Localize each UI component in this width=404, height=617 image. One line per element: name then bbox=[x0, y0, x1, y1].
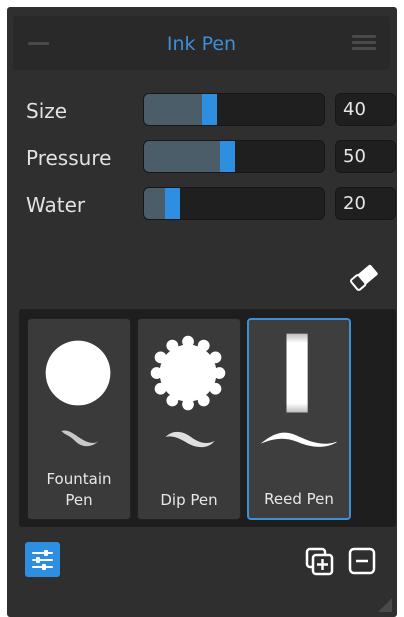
scalloped-brush-tip-icon bbox=[150, 335, 226, 411]
eraser-icon[interactable] bbox=[346, 261, 382, 293]
circle-brush-tip-icon bbox=[45, 340, 111, 406]
add-preset-icon[interactable] bbox=[305, 547, 335, 577]
water-value-field[interactable]: 20 bbox=[335, 187, 396, 220]
preset-label: Fountain Pen bbox=[46, 470, 112, 509]
remove-preset-icon[interactable] bbox=[348, 547, 376, 575]
slider-row-size: Size 40 bbox=[7, 90, 397, 130]
rectangle-brush-tip-icon bbox=[286, 333, 308, 413]
stroke-preview-icon bbox=[165, 431, 215, 448]
pressure-slider[interactable] bbox=[143, 140, 325, 173]
size-value-field[interactable]: 40 bbox=[335, 93, 396, 126]
bottom-toolbar bbox=[7, 535, 397, 585]
size-slider-handle[interactable] bbox=[202, 94, 217, 125]
slider-row-water: Water 20 bbox=[7, 184, 397, 224]
preset-label: Dip Pen bbox=[160, 491, 218, 509]
water-label: Water bbox=[26, 193, 86, 217]
preset-label: Reed Pen bbox=[264, 490, 334, 508]
resize-grip-icon[interactable] bbox=[378, 598, 392, 612]
preset-dip-pen[interactable]: Dip Pen bbox=[137, 318, 241, 520]
stroke-preview-icon bbox=[61, 430, 99, 447]
panel-title: Ink Pen bbox=[166, 33, 237, 55]
stroke-preview-icon bbox=[260, 432, 338, 447]
size-label: Size bbox=[26, 99, 68, 123]
preset-list: Fountain Pen Dip Pen Reed Pen bbox=[19, 309, 396, 527]
size-slider[interactable] bbox=[143, 93, 325, 126]
preset-fountain-pen[interactable]: Fountain Pen bbox=[27, 318, 131, 520]
ink-pen-panel: Ink Pen Size 40 Pressure 50 Water 20 Fou… bbox=[7, 7, 397, 617]
pressure-label: Pressure bbox=[26, 146, 112, 170]
water-slider[interactable] bbox=[143, 187, 325, 220]
pressure-slider-handle[interactable] bbox=[220, 141, 235, 172]
hamburger-menu-icon[interactable] bbox=[352, 35, 376, 51]
preset-reed-pen[interactable]: Reed Pen bbox=[247, 318, 351, 520]
panel-header: Ink Pen bbox=[13, 16, 390, 70]
sliders-settings-icon[interactable] bbox=[25, 542, 60, 577]
pressure-value-field[interactable]: 50 bbox=[335, 140, 396, 173]
water-slider-handle[interactable] bbox=[165, 188, 180, 219]
slider-row-pressure: Pressure 50 bbox=[7, 137, 397, 177]
